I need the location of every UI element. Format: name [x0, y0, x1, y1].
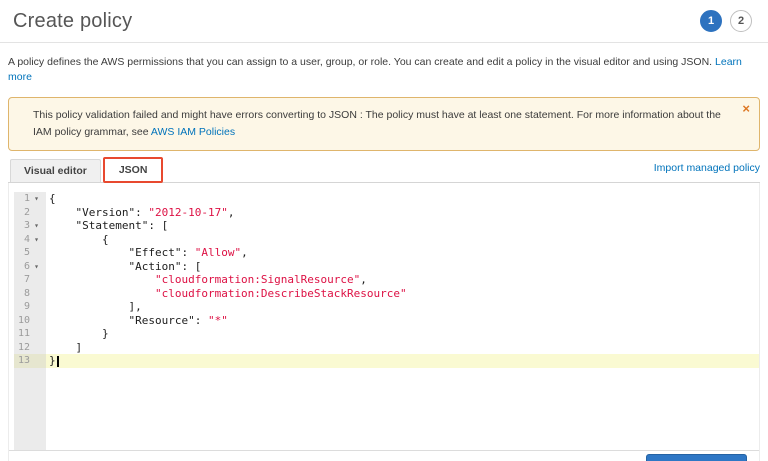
- code-token: }: [49, 327, 109, 340]
- code-line[interactable]: }: [49, 327, 759, 341]
- code-line[interactable]: {: [49, 192, 759, 206]
- code-line[interactable]: "cloudformation:DescribeStackResource": [49, 287, 759, 301]
- editor-inner: 1▾23▾4▾56▾78910111213 { "Version": "2012…: [14, 192, 759, 450]
- page-description: A policy defines the AWS permissions tha…: [8, 55, 760, 85]
- gutter-line-number: 1▾: [14, 192, 46, 206]
- string-token: "2012-10-17": [148, 206, 227, 219]
- json-code-editor[interactable]: 1▾23▾4▾56▾78910111213 { "Version": "2012…: [9, 183, 759, 450]
- code-token: }: [49, 354, 56, 367]
- code-line[interactable]: "Resource": "*": [49, 314, 759, 328]
- code-line[interactable]: ]: [49, 341, 759, 355]
- tab-json[interactable]: JSON: [103, 157, 164, 183]
- code-token: ,: [360, 273, 367, 286]
- gutter-line-number: 8: [14, 287, 46, 301]
- code-line[interactable]: "Statement": [: [49, 219, 759, 233]
- page-title: Create policy: [13, 10, 132, 33]
- editor-gutter: 1▾23▾4▾56▾78910111213: [14, 192, 46, 450]
- fold-arrow-icon[interactable]: ▾: [30, 219, 43, 233]
- warning-message: This policy validation failed and might …: [33, 109, 721, 138]
- code-line[interactable]: "cloudformation:SignalResource",: [49, 273, 759, 287]
- code-token: {: [49, 233, 109, 246]
- gutter-line-number: 2: [14, 206, 46, 220]
- code-token: "Statement": [: [49, 219, 168, 232]
- code-token: [49, 287, 155, 300]
- action-footer: Cancel Review policy: [9, 450, 759, 461]
- code-line[interactable]: {: [49, 233, 759, 247]
- fold-arrow-icon[interactable]: ▾: [30, 260, 43, 274]
- string-token: "cloudformation:SignalResource": [155, 273, 360, 286]
- gutter-line-number: 3▾: [14, 219, 46, 233]
- steps-indicator: 1 2: [700, 10, 752, 32]
- code-token: "Action": [: [49, 260, 201, 273]
- gutter-line-number: 11: [14, 327, 46, 341]
- code-token: "Version":: [49, 206, 148, 219]
- json-editor-panel: 1▾23▾4▾56▾78910111213 { "Version": "2012…: [8, 183, 760, 461]
- create-policy-page: Create policy 1 2 A policy defines the A…: [0, 0, 768, 461]
- review-policy-button[interactable]: Review policy: [646, 454, 747, 461]
- string-token: "*": [208, 314, 228, 327]
- code-token: ]: [49, 341, 82, 354]
- gutter-line-number: 7: [14, 273, 46, 287]
- import-managed-policy-link[interactable]: Import managed policy: [654, 162, 760, 177]
- string-token: "Allow": [195, 246, 241, 259]
- code-token: [49, 273, 155, 286]
- code-line[interactable]: }: [46, 354, 759, 368]
- step-1-label: 1: [708, 15, 714, 27]
- gutter-line-number: 10: [14, 314, 46, 328]
- gutter-line-number: 4▾: [14, 233, 46, 247]
- code-line[interactable]: "Version": "2012-10-17",: [49, 206, 759, 220]
- code-line[interactable]: ],: [49, 300, 759, 314]
- gutter-line-number: 5: [14, 246, 46, 260]
- code-token: "Resource":: [49, 314, 208, 327]
- code-token: {: [49, 192, 56, 205]
- page-header: Create policy 1 2: [0, 0, 768, 43]
- fold-arrow-icon[interactable]: ▾: [30, 192, 43, 206]
- step-indicator-2: 2: [730, 10, 752, 32]
- step-2-label: 2: [738, 15, 744, 27]
- string-token: "cloudformation:DescribeStackResource": [155, 287, 407, 300]
- tab-bar: Visual editor JSON Import managed policy: [8, 157, 760, 183]
- code-token: ,: [241, 246, 248, 259]
- gutter-line-number: 9: [14, 300, 46, 314]
- gutter-line-number: 6▾: [14, 260, 46, 274]
- code-line[interactable]: "Effect": "Allow",: [49, 246, 759, 260]
- text-cursor: [57, 356, 59, 367]
- gutter-line-number: 12: [14, 341, 46, 355]
- step-indicator-1: 1: [700, 10, 722, 32]
- code-line[interactable]: "Action": [: [49, 260, 759, 274]
- code-token: ],: [49, 300, 142, 313]
- tab-visual-editor[interactable]: Visual editor: [10, 159, 101, 182]
- gutter-line-number: 13: [14, 354, 46, 368]
- close-icon[interactable]: ×: [742, 102, 750, 116]
- description-text: A policy defines the AWS permissions tha…: [8, 56, 712, 68]
- fold-arrow-icon[interactable]: ▾: [30, 233, 43, 247]
- code-token: ,: [228, 206, 235, 219]
- code-token: "Effect":: [49, 246, 195, 259]
- editor-code[interactable]: { "Version": "2012-10-17", "Statement": …: [46, 192, 759, 450]
- aws-iam-policies-link[interactable]: AWS IAM Policies: [151, 126, 235, 138]
- validation-warning-banner: × This policy validation failed and migh…: [8, 97, 760, 151]
